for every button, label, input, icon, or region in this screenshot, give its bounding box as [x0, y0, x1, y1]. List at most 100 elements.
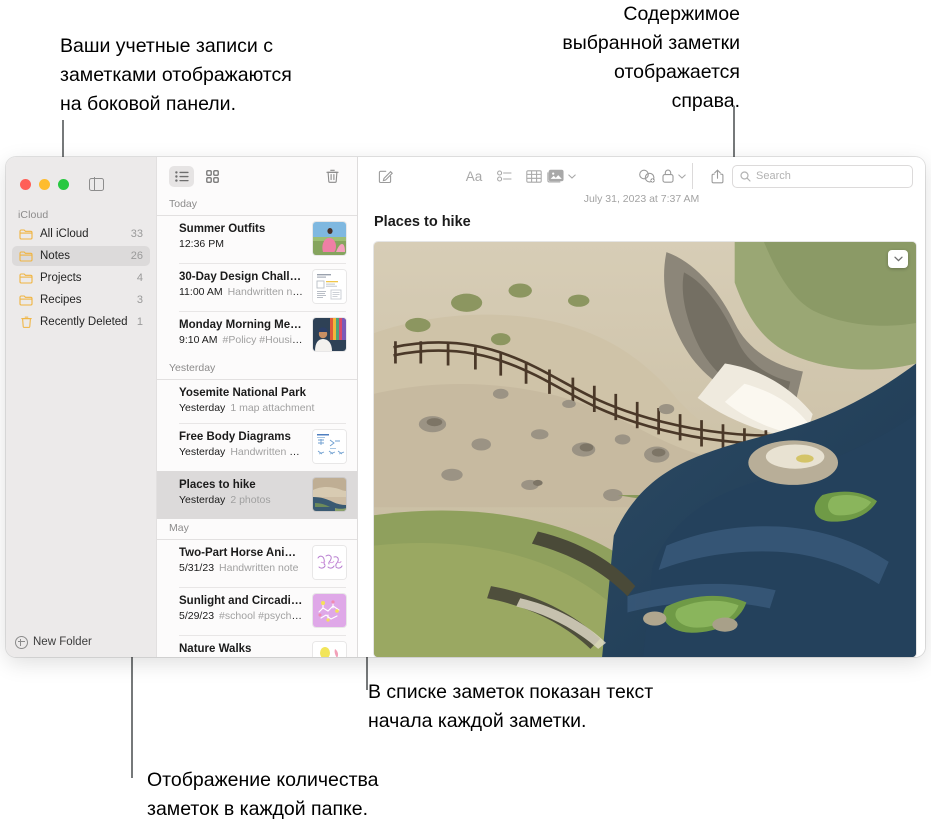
- note-thumbnail: [313, 318, 346, 351]
- editor-toolbar: Aa Search: [358, 157, 925, 195]
- note-title: Places to hike: [179, 479, 256, 491]
- media-icon: [546, 169, 564, 183]
- share-button[interactable]: [702, 164, 732, 188]
- note-snippet: Handwritten note: [227, 286, 305, 298]
- row-separator: [157, 215, 357, 216]
- note-editor: Aa Search July 31, 2023 at 7:37 AM Place…: [358, 157, 925, 657]
- list-item-selected[interactable]: Places to hike Yesterday 2 photos: [157, 471, 357, 519]
- sidebar-item-count: 4: [136, 272, 143, 284]
- callout-content-text: Содержимое выбранной заметки отображаетс…: [562, 3, 740, 112]
- notes-list-toolbar: [157, 157, 357, 195]
- note-title: Yosemite National Park: [179, 387, 306, 399]
- note-meta: Yesterday 1 map attachment: [179, 401, 346, 415]
- notes-group-header: Today: [169, 198, 198, 210]
- attachment-options-button[interactable]: [888, 250, 908, 268]
- note-meta: 9:10 AM #Policy #Housing...: [179, 333, 305, 347]
- sidebar-item-projects[interactable]: Projects 4: [12, 268, 150, 288]
- row-separator: [179, 263, 346, 264]
- sidebar-item-count: 26: [130, 250, 143, 262]
- note-text-block: 30-Day Design Challen... 11:00 AM Handwri…: [179, 270, 305, 299]
- notes-group-header: Yesterday: [169, 362, 216, 374]
- note-date: 11:00 AM: [179, 286, 223, 298]
- note-title: Summer Outfits: [179, 223, 266, 235]
- sidebar-item-count: 33: [130, 228, 143, 240]
- list-item[interactable]: Yosemite National Park Yesterday 1 map at…: [157, 379, 357, 423]
- share-icon: [711, 168, 724, 184]
- note-title: Two-Part Horse Anima...: [179, 547, 305, 559]
- notes-group-header: May: [169, 522, 189, 534]
- sidebar-section-label: iCloud: [18, 209, 49, 221]
- note-title: Sunlight and Circadian...: [179, 595, 305, 607]
- zoom-button[interactable]: [58, 178, 69, 190]
- note-date: 12:36 PM: [179, 238, 224, 250]
- note-title: 30-Day Design Challen...: [179, 271, 305, 283]
- list-item[interactable]: 30-Day Design Challen... 11:00 AM Handwri…: [157, 263, 357, 311]
- folder-icon: [19, 228, 33, 240]
- list-item[interactable]: Sunlight and Circadian... 5/29/23 #school…: [157, 587, 357, 635]
- note-thumbnail: [313, 430, 346, 463]
- list-item[interactable]: Nature Walks 5/25/23Handwritten note: [157, 635, 357, 657]
- notes-list-scroll[interactable]: Today Summer Outfits 12:36 PM 30-Day Des…: [157, 195, 357, 657]
- note-date: 5/31/23: [179, 562, 215, 574]
- media-button[interactable]: [546, 164, 576, 188]
- search-placeholder: Search: [756, 170, 791, 182]
- note-title: Nature Walks: [179, 643, 252, 655]
- table-button[interactable]: [519, 164, 549, 188]
- note-title: Monday Morning Meeting: [179, 319, 305, 331]
- note-meta: Yesterday 2 photos: [179, 493, 305, 507]
- gallery-view-button[interactable]: [200, 166, 225, 187]
- delete-note-button[interactable]: [320, 166, 345, 187]
- note-attachment-photo[interactable]: [374, 242, 916, 657]
- sidebar-item-count: 3: [136, 294, 143, 306]
- sidebar-item-count: 1: [136, 316, 143, 328]
- new-folder-button[interactable]: New Folder: [6, 627, 156, 657]
- compose-note-icon: [378, 169, 393, 184]
- list-item[interactable]: Monday Morning Meeting 9:10 AM #Policy #H…: [157, 311, 357, 359]
- sidebar-item-recipes[interactable]: Recipes 3: [12, 290, 150, 310]
- note-snippet: Handwritten note: [230, 446, 305, 458]
- search-input[interactable]: Search: [732, 164, 913, 188]
- list-view-button[interactable]: [169, 165, 194, 187]
- sidebar-item-recently-deleted[interactable]: Recently Deleted 1: [12, 312, 150, 332]
- close-button[interactable]: [20, 178, 31, 190]
- note-snippet: 1 map attachment: [230, 402, 315, 414]
- compose-note-button[interactable]: [370, 164, 400, 188]
- chevron-down-icon: [567, 173, 576, 179]
- collaborate-button[interactable]: [632, 164, 662, 188]
- sidebar-item-all-icloud[interactable]: All iCloud 33: [12, 224, 150, 244]
- notes-list-column: Today Summer Outfits 12:36 PM 30-Day Des…: [156, 157, 358, 657]
- trash-icon: [326, 169, 339, 183]
- table-icon: [526, 169, 542, 183]
- sidebar-toggle-icon[interactable]: [89, 177, 104, 191]
- checklist-button[interactable]: [489, 164, 519, 188]
- list-item[interactable]: Two-Part Horse Anima... 5/31/23 Handwritt…: [157, 539, 357, 587]
- notes-app-window: iCloud All iCloud 33 Notes 26 Projects 4…: [6, 157, 925, 657]
- lock-icon: [662, 169, 674, 183]
- row-separator: [179, 635, 346, 636]
- note-title-heading: Places to hike: [374, 214, 471, 230]
- folder-icon: [19, 250, 33, 262]
- note-snippet: Handwritten note: [219, 562, 299, 574]
- note-date: 9:10 AM: [179, 334, 218, 346]
- folder-icon: [19, 294, 33, 306]
- note-meta: 5/29/23 #school #psycholo...: [179, 609, 305, 623]
- gallery-view-icon: [206, 169, 219, 183]
- list-item[interactable]: Free Body Diagrams Yesterday Handwritten …: [157, 423, 357, 471]
- lock-button[interactable]: [662, 164, 686, 188]
- trash-icon: [19, 316, 33, 328]
- note-text-block: Places to hike Yesterday 2 photos: [179, 478, 305, 507]
- sidebar-item-label: Projects: [40, 272, 82, 284]
- note-text-block: Summer Outfits 12:36 PM: [179, 222, 305, 251]
- sidebar-item-notes[interactable]: Notes 26: [12, 246, 150, 266]
- note-date: July 31, 2023 at 7:37 AM: [583, 193, 700, 205]
- photo-hillside-fence-river: [374, 242, 916, 657]
- row-separator: [179, 311, 346, 312]
- minimize-button[interactable]: [39, 178, 50, 190]
- note-meta: 12:36 PM: [179, 237, 305, 251]
- sidebar-item-label: All iCloud: [40, 228, 89, 240]
- format-button[interactable]: Aa: [459, 164, 489, 188]
- row-separator: [179, 423, 346, 424]
- note-text-block: Two-Part Horse Anima... 5/31/23 Handwritt…: [179, 546, 305, 575]
- list-item[interactable]: Summer Outfits 12:36 PM: [157, 215, 357, 263]
